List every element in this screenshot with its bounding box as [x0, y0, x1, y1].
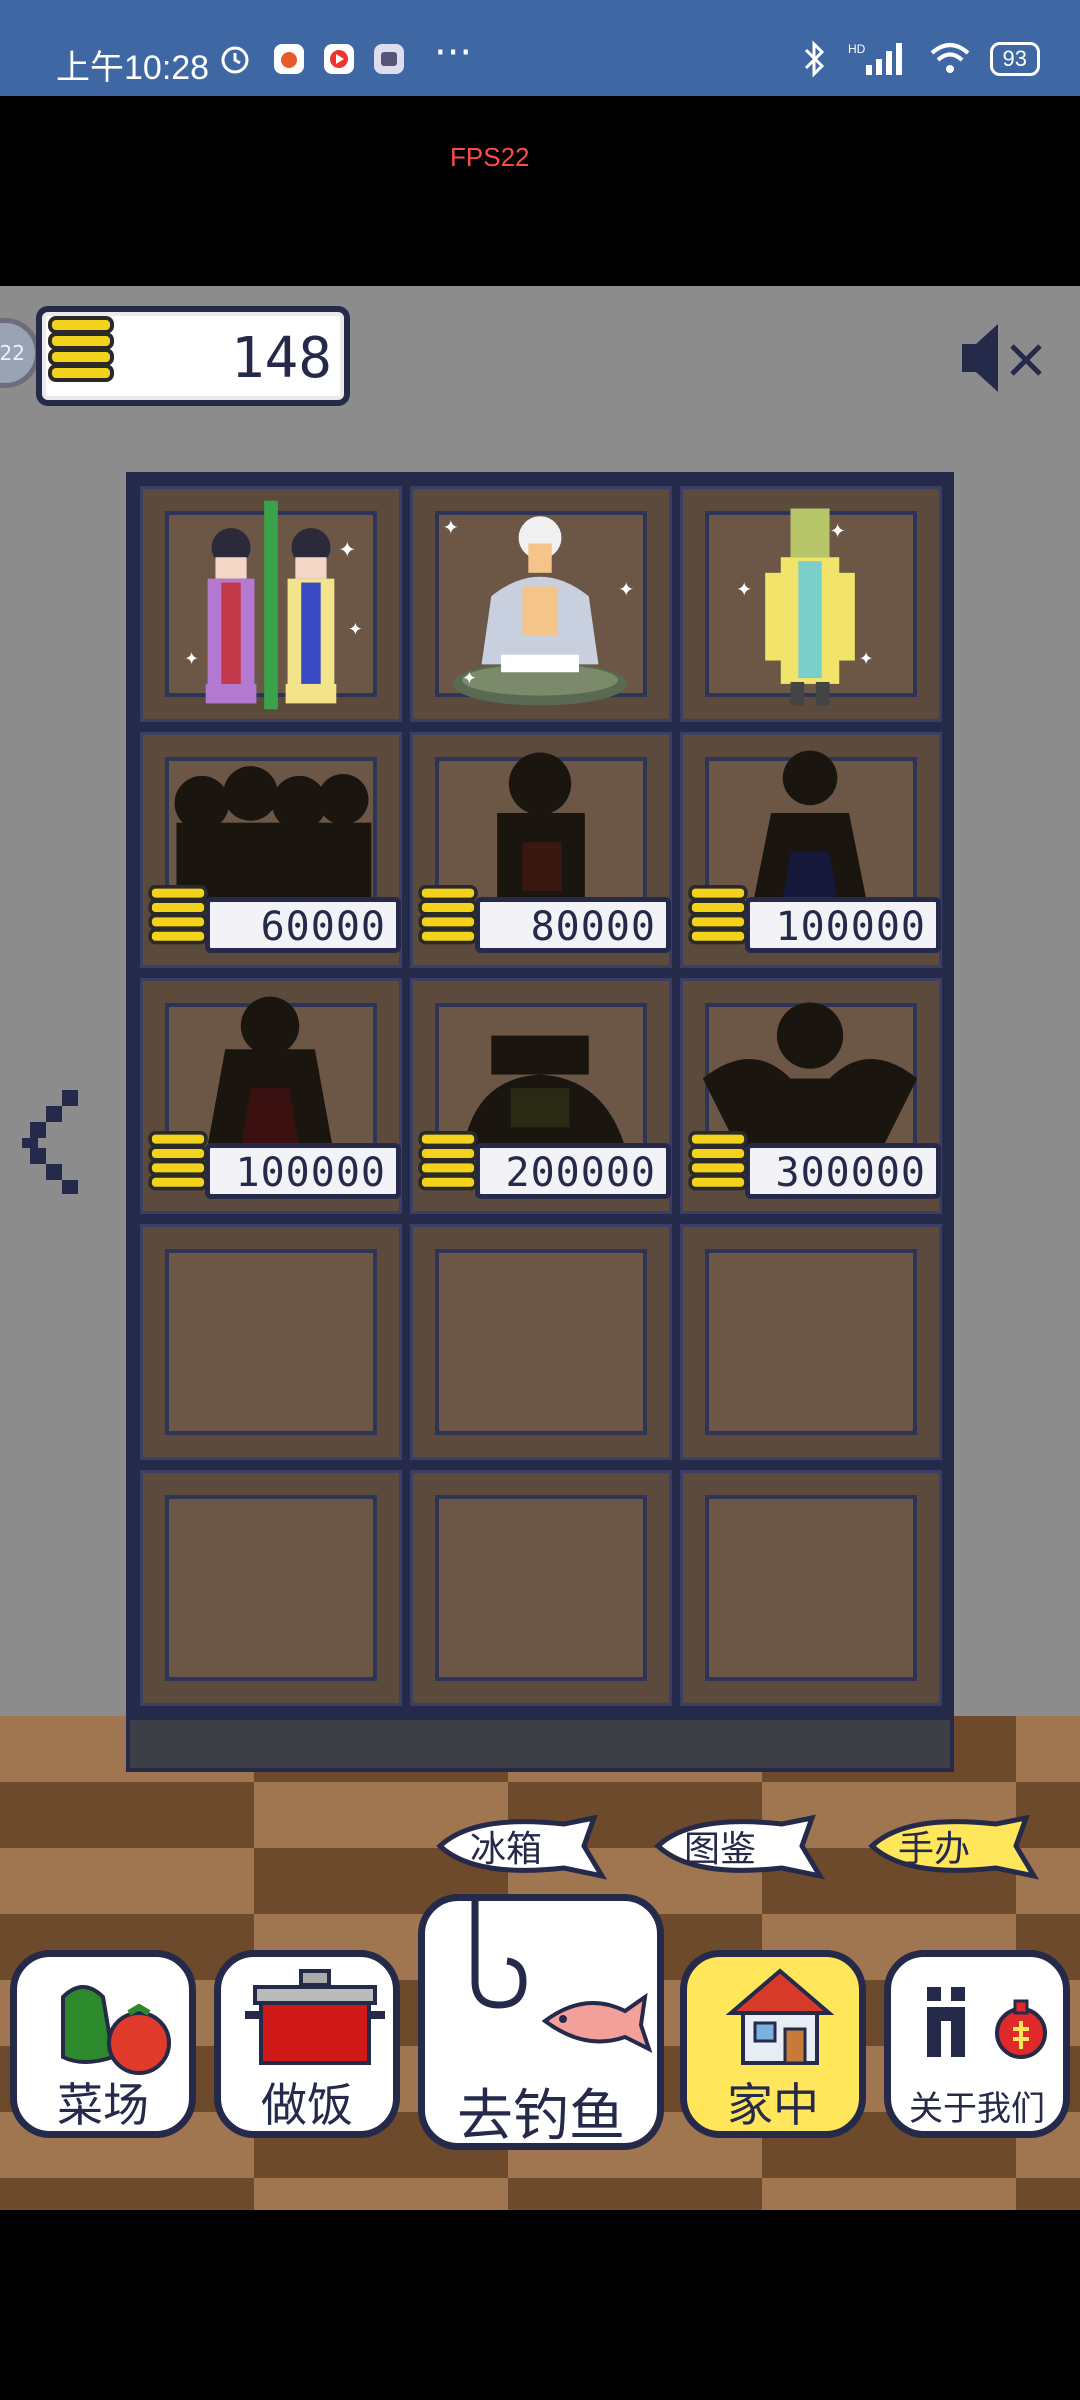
coin-balance-panel: 148 [36, 306, 350, 406]
shelf-slot-14 [410, 1470, 672, 1706]
signal-icon: HD [848, 42, 902, 75]
shelf-slot-2[interactable]: ✦ ✦ ✦ [410, 486, 672, 722]
fps-counter: FPS22 [450, 142, 530, 172]
shelf-slot-8[interactable]: 200000 [410, 978, 672, 1214]
video-app-icon [324, 44, 354, 74]
svg-text:✦: ✦ [830, 520, 846, 543]
more-icon: ··· [434, 30, 473, 76]
fishing-hook-icon [471, 1901, 653, 2053]
shelf-slot-1[interactable]: ✦ ✦ ✦ [140, 486, 402, 722]
alarm-icon [221, 46, 249, 74]
about-us-icon [927, 1987, 1047, 2059]
coin-amount: 148 [230, 326, 332, 391]
svg-text:HD: HD [848, 42, 866, 56]
figure-shelf: ✦ ✦ ✦ ✦ ✦ ✦ ✦ ✦ ✦ 60000 80000 100000 100… [126, 472, 954, 1766]
house-icon [725, 1968, 835, 2065]
level-badge[interactable]: 22 [0, 318, 40, 388]
bluetooth-icon [804, 40, 824, 78]
coin-stack-icon [418, 1131, 478, 1203]
shelf-slot-4[interactable]: 60000 [140, 732, 402, 968]
bottom-letterbox [0, 2210, 1080, 2400]
shelf-slot-9[interactable]: 300000 [680, 978, 942, 1214]
coin-stack-icon [688, 885, 748, 957]
svg-text:✦: ✦ [736, 578, 752, 601]
nav-home-button[interactable]: 家中 [680, 1950, 866, 2138]
battery-indicator: 93 [989, 42, 1040, 76]
nav-fishing-button[interactable]: 去钓鱼 [418, 1894, 664, 2150]
tab-catalog[interactable]: 图鉴 [652, 1810, 836, 1882]
shelf-slot-13 [140, 1470, 402, 1706]
dragon-king-figure: ✦ ✦ ✦ [736, 508, 874, 706]
svg-text:✦: ✦ [443, 516, 459, 539]
shelf-slot-12 [680, 1224, 942, 1460]
shelf-slot-7[interactable]: 100000 [140, 978, 402, 1214]
coin-stack-icon [148, 885, 208, 957]
cooking-pot-icon [245, 1969, 385, 2065]
nav-farm-button[interactable]: 菜场 [10, 1950, 196, 2138]
price-tag[interactable]: 100000 [685, 885, 941, 955]
coin-stack-icon [48, 316, 114, 396]
fps-band: FPS22 [0, 96, 1080, 286]
twin-maidens-figure: ✦ ✦ ✦ [184, 500, 363, 710]
status-right: HD 93 [802, 40, 1040, 78]
price-tag[interactable]: 200000 [415, 1131, 671, 1201]
price-tag[interactable]: 60000 [145, 885, 401, 955]
price-tag[interactable]: 300000 [685, 1131, 941, 1201]
vegetable-icon [61, 1985, 171, 2075]
shelf-slot-5[interactable]: 80000 [410, 732, 672, 968]
shelf-base [126, 1716, 954, 1772]
shelf-slot-3[interactable]: ✦ ✦ ✦ [680, 486, 942, 722]
shelf-slot-10 [140, 1224, 402, 1460]
coin-stack-icon [148, 1131, 208, 1203]
svg-text:✦: ✦ [618, 578, 634, 601]
nav-cook-button[interactable]: 做饭 [214, 1950, 400, 2138]
status-bar: 上午10:28 ··· HD 93 [0, 0, 1080, 96]
svg-text:✦: ✦ [338, 538, 356, 563]
shelf-slot-11 [410, 1224, 672, 1460]
coin-stack-icon [418, 885, 478, 957]
back-arrow-icon[interactable] [22, 1086, 92, 1196]
svg-text:✦: ✦ [348, 620, 363, 640]
app-notification-icon [274, 44, 304, 74]
shelf-slot-6[interactable]: 100000 [680, 732, 942, 968]
game-screen: 22 148 ✦ ✦ ✦ ✦ ✦ ✦ ✦ ✦ ✦ 60000 80000 100… [0, 286, 1080, 2210]
price-tag[interactable]: 100000 [145, 1131, 401, 1201]
svg-text:✦: ✦ [184, 649, 199, 669]
nav-about-button[interactable]: 关于我们 [884, 1950, 1070, 2138]
coin-stack-icon [688, 1131, 748, 1203]
tab-fridge[interactable]: 冰箱 [434, 1810, 618, 1882]
wifi-icon [930, 43, 969, 73]
old-sage-figure: ✦ ✦ ✦ [443, 516, 634, 706]
tab-figures[interactable]: 手办 [866, 1810, 1050, 1882]
svg-text:✦: ✦ [859, 649, 874, 669]
svg-text:✦: ✦ [462, 669, 477, 689]
message-app-icon [374, 44, 404, 74]
price-tag[interactable]: 80000 [415, 885, 671, 955]
shelf-slot-15 [680, 1470, 942, 1706]
sound-muted-icon[interactable] [960, 318, 1050, 398]
clock-time: 上午10:28 [56, 49, 210, 87]
